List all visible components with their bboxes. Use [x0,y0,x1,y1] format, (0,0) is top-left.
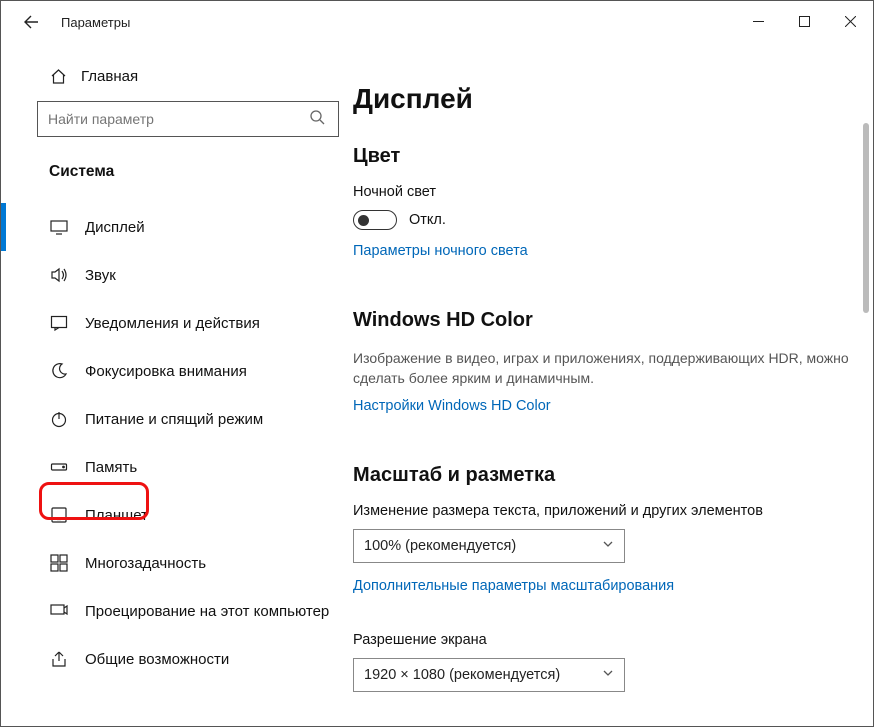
sidebar-item-notifications[interactable]: Уведомления и действия [37,299,339,347]
night-light-label: Ночной свет [353,184,849,200]
window-controls [735,1,873,41]
settings-window: Параметры Главная Система [0,0,874,727]
sidebar-item-focus[interactable]: Фокусировка внимания [37,347,339,395]
sidebar-item-power[interactable]: Питание и спящий режим [37,395,339,443]
maximize-button[interactable] [781,1,827,41]
window-body: Главная Система Дисплей Звук [1,43,873,726]
sidebar-item-label: Память [85,459,137,476]
color-heading: Цвет [353,145,849,168]
back-button[interactable] [19,10,43,34]
sidebar-item-shared[interactable]: Общие возможности [37,635,339,683]
sidebar-item-label: Общие возможности [85,651,229,668]
search-input-wrap[interactable] [37,101,339,137]
scrollbar-thumb[interactable] [863,123,869,313]
hdcolor-heading: Windows HD Color [353,309,849,332]
sidebar-item-display[interactable]: Дисплей [37,203,339,251]
night-light-toggle-row: Откл. [353,210,849,230]
toggle-state-label: Откл. [409,212,446,228]
share-icon [49,649,69,669]
sidebar-item-sound[interactable]: Звук [37,251,339,299]
home-link[interactable]: Главная [37,61,339,101]
sidebar-item-label: Фокусировка внимания [85,363,247,380]
sidebar-item-label: Планшет [85,507,148,524]
scale-heading: Масштаб и разметка [353,464,849,487]
sidebar-item-storage[interactable]: Память [37,443,339,491]
main-content: Дисплей Цвет Ночной свет Откл. Параметры… [353,43,873,726]
chevron-down-icon [602,667,614,682]
project-icon [49,601,69,621]
arrow-left-icon [23,14,39,30]
home-icon [49,67,67,85]
scale-value: 100% (рекомендуется) [364,538,516,554]
power-icon [49,409,69,429]
night-light-settings-link[interactable]: Параметры ночного света [353,243,528,259]
sidebar-item-tablet[interactable]: Планшет [37,491,339,539]
minimize-button[interactable] [735,1,781,41]
night-light-toggle[interactable] [353,210,397,230]
resolution-select[interactable]: 1920 × 1080 (рекомендуется) [353,658,625,692]
home-label: Главная [81,68,138,85]
chevron-down-icon [602,538,614,553]
sidebar-item-label: Уведомления и действия [85,315,260,332]
titlebar: Параметры [1,1,873,43]
sidebar-item-label: Питание и спящий режим [85,411,263,428]
search-input[interactable] [48,111,310,127]
message-icon [49,313,69,333]
nav-list: Дисплей Звук Уведомления и действия Фоку… [37,203,339,683]
scale-label: Изменение размера текста, приложений и д… [353,503,849,519]
hdcolor-section: Windows HD Color Изображение в видео, иг… [353,309,849,438]
page-title: Дисплей [353,83,849,115]
scale-section: Масштаб и разметка Изменение размера тек… [353,464,849,692]
scale-advanced-link[interactable]: Дополнительные параметры масштабирования [353,578,674,594]
search-icon [310,110,328,128]
sidebar-item-label: Проецирование на этот компьютер [85,603,329,620]
moon-icon [49,361,69,381]
color-section: Цвет Ночной свет Откл. Параметры ночного… [353,145,849,283]
toggle-knob-icon [358,215,369,226]
storage-icon [49,457,69,477]
scale-select[interactable]: 100% (рекомендуется) [353,529,625,563]
sidebar-item-project[interactable]: Проецирование на этот компьютер [37,587,339,635]
scrollbar[interactable] [855,3,871,724]
sidebar-item-label: Дисплей [85,219,145,236]
sidebar-item-label: Звук [85,267,116,284]
tablet-icon [49,505,69,525]
multitask-icon [49,553,69,573]
window-title: Параметры [61,15,130,30]
sidebar: Главная Система Дисплей Звук [1,43,353,726]
hdcolor-link[interactable]: Настройки Windows HD Color [353,398,551,414]
speaker-icon [49,265,69,285]
sidebar-item-multitask[interactable]: Многозадачность [37,539,339,587]
section-heading: Система [37,159,339,203]
monitor-icon [49,217,69,237]
resolution-label: Разрешение экрана [353,632,849,648]
hdcolor-desc: Изображение в видео, играх и приложениях… [353,348,849,389]
resolution-value: 1920 × 1080 (рекомендуется) [364,667,560,683]
sidebar-item-label: Многозадачность [85,555,206,572]
